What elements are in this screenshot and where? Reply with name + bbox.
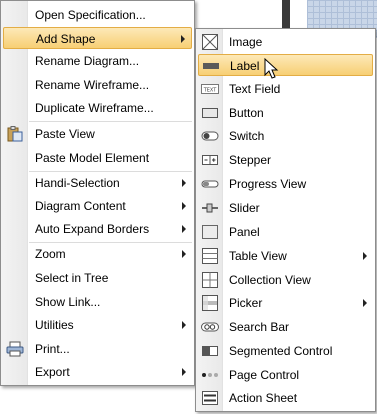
menu-item-label: Button bbox=[229, 106, 264, 120]
menu-item-label: Page Control bbox=[229, 368, 300, 382]
menu-item-label: Utilities bbox=[35, 318, 74, 332]
menu-item-paste-model-element[interactable]: Paste Model Element bbox=[3, 147, 192, 169]
progress-view-icon bbox=[201, 176, 219, 192]
menu-item-label: Zoom bbox=[35, 247, 66, 261]
submenu-item-search-bar[interactable]: Search Bar bbox=[198, 316, 373, 338]
menu-item-export[interactable]: Export bbox=[3, 361, 192, 383]
menu-item-label: Diagram Content bbox=[35, 199, 126, 213]
submenu-item-page-control[interactable]: Page Control bbox=[198, 364, 373, 386]
menu-item-label: Rename Wireframe... bbox=[35, 78, 150, 92]
menu-item-label: Handi-Selection bbox=[35, 176, 120, 190]
background-scrollbar bbox=[282, 0, 290, 28]
menu-item-label: Export bbox=[35, 365, 70, 379]
switch-icon bbox=[201, 128, 219, 144]
menu-item-print[interactable]: Print... bbox=[3, 338, 192, 360]
menu-item-label: Table View bbox=[229, 249, 287, 263]
menu-item-utilities[interactable]: Utilities bbox=[3, 314, 192, 336]
search-bar-icon bbox=[201, 319, 219, 335]
menu-item-label: Select in Tree bbox=[35, 271, 109, 285]
submenu-item-label[interactable]: Label bbox=[198, 54, 373, 76]
panel-icon bbox=[201, 224, 219, 240]
menu-separator bbox=[29, 121, 192, 122]
submenu-item-text-field[interactable]: TEXT Text Field bbox=[198, 78, 373, 100]
menu-item-show-link[interactable]: Show Link... bbox=[3, 291, 192, 313]
menu-item-label: Switch bbox=[229, 129, 265, 143]
menu-item-add-shape[interactable]: Add Shape bbox=[3, 27, 192, 49]
text-field-icon: TEXT bbox=[201, 81, 219, 97]
menu-item-label: Show Link... bbox=[35, 295, 101, 309]
submenu-arrow-icon bbox=[182, 321, 186, 329]
menu-item-label: Picker bbox=[229, 296, 263, 310]
submenu-item-stepper[interactable]: Stepper bbox=[198, 149, 373, 171]
menu-item-label: Paste View bbox=[35, 127, 95, 141]
menu-item-auto-expand-borders[interactable]: Auto Expand Borders bbox=[3, 218, 192, 240]
submenu-arrow-icon bbox=[363, 252, 367, 260]
menu-item-label: Rename Diagram... bbox=[35, 54, 140, 68]
add-shape-submenu: Image Label TEXT Text Field Button Switc… bbox=[195, 28, 376, 412]
menu-item-duplicate-wireframe[interactable]: Duplicate Wireframe... bbox=[3, 97, 192, 119]
menu-item-label: Duplicate Wireframe... bbox=[35, 101, 154, 115]
stepper-icon bbox=[201, 152, 219, 168]
menu-item-label: Paste Model Element bbox=[35, 151, 150, 165]
label-icon bbox=[202, 58, 220, 74]
menu-item-paste-view[interactable]: Paste View bbox=[3, 123, 192, 145]
submenu-item-action-sheet[interactable]: Action Sheet bbox=[198, 387, 373, 409]
segmented-control-icon bbox=[201, 343, 219, 359]
menu-item-zoom[interactable]: Zoom bbox=[3, 243, 192, 265]
menu-item-label: Segmented Control bbox=[229, 344, 333, 358]
menu-item-label: Collection View bbox=[229, 273, 311, 287]
image-icon bbox=[201, 34, 219, 50]
menu-item-label: Panel bbox=[229, 225, 260, 239]
submenu-item-image[interactable]: Image bbox=[198, 31, 373, 53]
collection-view-icon bbox=[201, 272, 219, 288]
submenu-item-progress-view[interactable]: Progress View bbox=[198, 173, 373, 195]
menu-item-label: Print... bbox=[35, 342, 70, 356]
menu-item-label: Text Field bbox=[229, 82, 281, 96]
submenu-arrow-icon bbox=[182, 179, 186, 187]
submenu-item-button[interactable]: Button bbox=[198, 102, 373, 124]
submenu-item-switch[interactable]: Switch bbox=[198, 125, 373, 147]
submenu-item-panel[interactable]: Panel bbox=[198, 221, 373, 243]
menu-item-label: Image bbox=[229, 35, 263, 49]
menu-item-label: Add Shape bbox=[36, 32, 96, 46]
menu-item-label: Action Sheet bbox=[229, 391, 298, 405]
menu-item-label: Label bbox=[230, 59, 260, 73]
page-control-icon bbox=[201, 367, 219, 383]
menu-item-label: Slider bbox=[229, 201, 260, 215]
mouse-cursor-icon bbox=[264, 58, 279, 79]
menu-item-select-in-tree[interactable]: Select in Tree bbox=[3, 267, 192, 289]
submenu-arrow-icon bbox=[181, 35, 185, 43]
menu-item-open-specification[interactable]: Open Specification... bbox=[3, 4, 192, 26]
menu-item-diagram-content[interactable]: Diagram Content bbox=[3, 195, 192, 217]
menu-item-handi-selection[interactable]: Handi-Selection bbox=[3, 172, 192, 194]
submenu-item-picker[interactable]: Picker bbox=[198, 292, 373, 314]
paste-clipboard-icon bbox=[6, 126, 24, 142]
button-icon bbox=[201, 105, 219, 121]
menu-item-rename-diagram[interactable]: Rename Diagram... bbox=[3, 50, 192, 72]
submenu-item-collection-view[interactable]: Collection View bbox=[198, 269, 373, 291]
menu-item-label: Auto Expand Borders bbox=[35, 222, 150, 236]
submenu-arrow-icon bbox=[182, 225, 186, 233]
submenu-item-slider[interactable]: Slider bbox=[198, 197, 373, 219]
menu-item-label: Stepper bbox=[229, 153, 272, 167]
submenu-arrow-icon bbox=[182, 368, 186, 376]
submenu-item-table-view[interactable]: Table View bbox=[198, 245, 373, 267]
submenu-arrow-icon bbox=[182, 250, 186, 258]
submenu-arrow-icon bbox=[363, 299, 367, 307]
menu-item-label: Progress View bbox=[229, 177, 307, 191]
text-field-icon-text: TEXT bbox=[203, 88, 218, 94]
action-sheet-icon bbox=[201, 390, 219, 406]
submenu-arrow-icon bbox=[182, 202, 186, 210]
picker-icon bbox=[201, 295, 219, 311]
menu-item-label: Search Bar bbox=[229, 320, 290, 334]
context-menu: Open Specification... Add Shape Rename D… bbox=[0, 0, 195, 386]
printer-icon bbox=[6, 341, 24, 357]
submenu-item-segmented-control[interactable]: Segmented Control bbox=[198, 340, 373, 362]
menu-item-label: Open Specification... bbox=[35, 8, 146, 22]
slider-icon bbox=[201, 200, 219, 216]
menu-item-rename-wireframe[interactable]: Rename Wireframe... bbox=[3, 74, 192, 96]
table-view-icon bbox=[201, 248, 219, 264]
